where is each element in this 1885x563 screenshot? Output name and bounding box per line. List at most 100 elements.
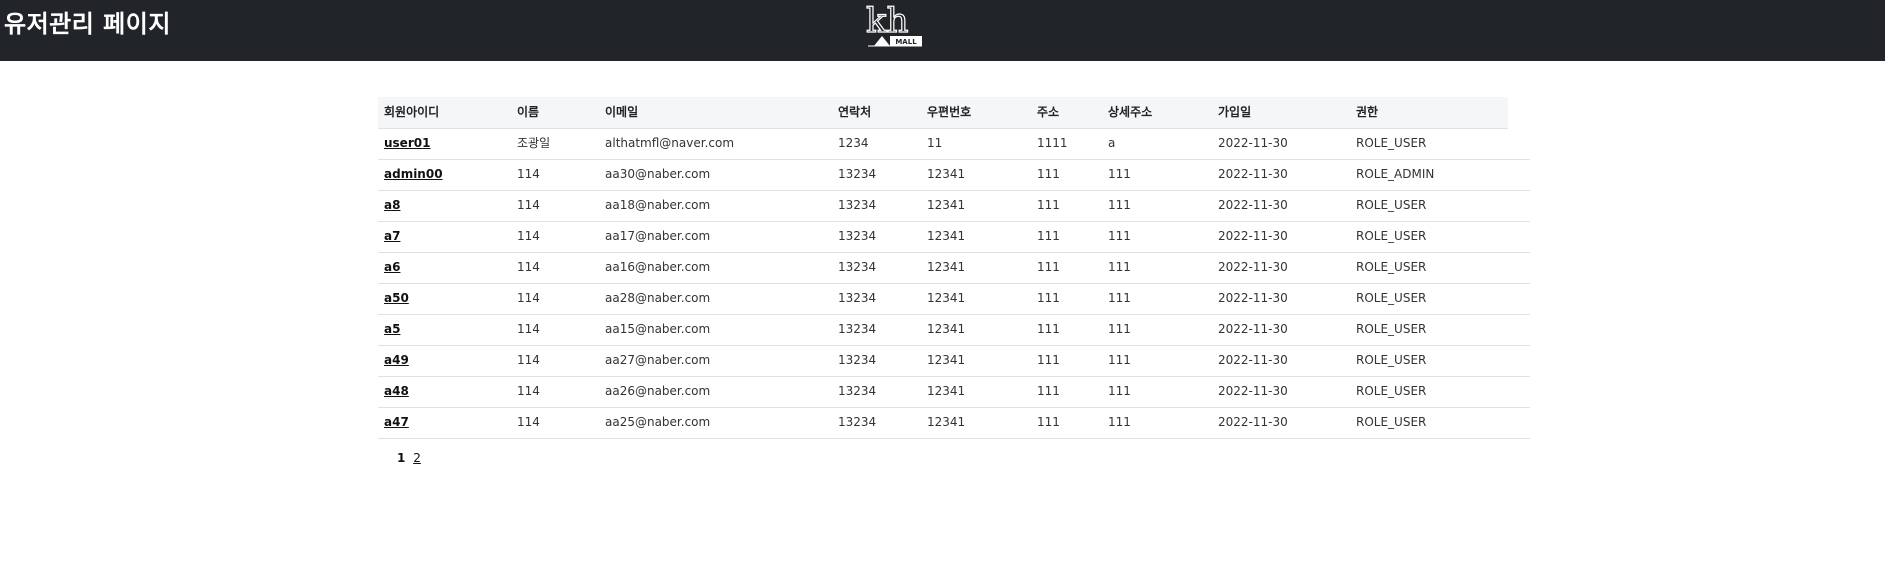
- table-cell: aa27@naber.com: [605, 353, 711, 367]
- user-id-link[interactable]: a47: [384, 415, 409, 429]
- table-cell: 2022-11-30: [1218, 384, 1288, 398]
- table-cell: 2022-11-30: [1218, 260, 1288, 274]
- table-row: admin00 114 aa30@naber.com 13234 12341 111 111…: [378, 159, 1530, 191]
- user-id-link[interactable]: a6: [384, 260, 400, 274]
- table-cell: 13234: [838, 198, 877, 212]
- table-cell: 114: [517, 229, 540, 243]
- table-row: a47 114 aa25@naber.com 13234 12341 111 111 2022…: [378, 407, 1530, 439]
- table-cell: a: [1108, 136, 1116, 150]
- table-cell: 13234: [838, 353, 877, 367]
- table-cell: 12341: [927, 384, 966, 398]
- table-cell: aa18@naber.com: [605, 198, 711, 212]
- table-cell: 111: [1037, 260, 1060, 274]
- table-cell-user-id: user01: [384, 128, 430, 159]
- column-header: 권한: [1356, 105, 1379, 119]
- pagination: 1 2: [397, 451, 421, 465]
- column-header: 이름: [517, 105, 540, 119]
- user-id-link[interactable]: admin00: [384, 167, 443, 181]
- table-cell: 13234: [838, 167, 877, 181]
- user-id-link[interactable]: a8: [384, 198, 400, 212]
- user-id-link[interactable]: a50: [384, 291, 409, 305]
- table-row: user01 조광일 althatmfl@naver.com 1234 11 1111 a 2…: [378, 128, 1530, 160]
- table-cell: 111: [1037, 229, 1060, 243]
- column-header: 상세주소: [1108, 105, 1153, 119]
- table-cell: aa15@naber.com: [605, 322, 711, 336]
- table-cell: aa28@naber.com: [605, 291, 711, 305]
- table-row: a8 114 aa18@naber.com 13234 12341 111 111 2022-…: [378, 190, 1530, 222]
- table-cell-user-id: a48: [384, 376, 409, 407]
- kh-mall-logo-icon[interactable]: kh MALL: [866, 2, 924, 48]
- table-cell: 11: [927, 136, 943, 150]
- table-cell: 조광일: [517, 136, 551, 150]
- table-cell: 111: [1108, 229, 1131, 243]
- table-cell-user-id: a8: [384, 190, 400, 221]
- table-cell: ROLE_USER: [1356, 136, 1427, 150]
- table-cell: 111: [1108, 415, 1131, 429]
- table-cell: 2022-11-30: [1218, 322, 1288, 336]
- current-page: 1: [397, 451, 406, 465]
- table-cell: 111: [1037, 322, 1060, 336]
- user-id-link[interactable]: user01: [384, 136, 430, 150]
- svg-text:kh: kh: [866, 2, 909, 41]
- table-cell: 114: [517, 198, 540, 212]
- page-title: 유저관리 페이지: [4, 10, 171, 38]
- table-cell: aa17@naber.com: [605, 229, 711, 243]
- table-cell: 111: [1037, 415, 1060, 429]
- table-cell: 12341: [927, 415, 966, 429]
- table-cell: 12341: [927, 229, 966, 243]
- table-cell: althatmfl@naver.com: [605, 136, 735, 150]
- table-cell-user-id: a47: [384, 407, 409, 438]
- table-cell: 2022-11-30: [1218, 198, 1288, 212]
- table-cell: ROLE_USER: [1356, 198, 1427, 212]
- table-cell: 2022-11-30: [1218, 353, 1288, 367]
- column-header: 회원아이디: [384, 105, 440, 119]
- table-cell: 2022-11-30: [1218, 415, 1288, 429]
- table-cell: 1111: [1037, 136, 1068, 150]
- table-cell-user-id: admin00: [384, 159, 443, 190]
- svg-text:MALL: MALL: [895, 38, 917, 46]
- table-header-row: 회원아이디 이름 이메일 연락처 우편번호 주소 상세주소 가입일 권한: [378, 97, 1508, 129]
- table-cell: 114: [517, 415, 540, 429]
- table-cell-user-id: a49: [384, 345, 409, 376]
- user-id-link[interactable]: a7: [384, 229, 400, 243]
- column-header: 주소: [1037, 105, 1060, 119]
- table-cell: 13234: [838, 291, 877, 305]
- table-cell: 13234: [838, 322, 877, 336]
- table-cell: 114: [517, 353, 540, 367]
- column-header: 가입일: [1218, 105, 1252, 119]
- table-cell: 12341: [927, 198, 966, 212]
- table-row: a50 114 aa28@naber.com 13234 12341 111 111 2022…: [378, 283, 1530, 315]
- table-cell: 1234: [838, 136, 869, 150]
- table-row: a7 114 aa17@naber.com 13234 12341 111 111 2022-…: [378, 221, 1530, 253]
- table-cell: 13234: [838, 229, 877, 243]
- table-cell: 111: [1108, 291, 1131, 305]
- table-cell: 111: [1108, 167, 1131, 181]
- table-cell: 111: [1108, 260, 1131, 274]
- table-cell: 111: [1108, 384, 1131, 398]
- table-cell: 2022-11-30: [1218, 229, 1288, 243]
- user-id-link[interactable]: a48: [384, 384, 409, 398]
- table-row: a48 114 aa26@naber.com 13234 12341 111 111 2022…: [378, 376, 1530, 408]
- table-cell: 13234: [838, 260, 877, 274]
- table-cell: 111: [1037, 198, 1060, 212]
- table-cell: ROLE_USER: [1356, 291, 1427, 305]
- table-cell: 114: [517, 291, 540, 305]
- user-id-link[interactable]: a5: [384, 322, 400, 336]
- table-cell: ROLE_ADMIN: [1356, 167, 1435, 181]
- table-cell: ROLE_USER: [1356, 229, 1427, 243]
- table-cell: 111: [1108, 322, 1131, 336]
- table-cell: ROLE_USER: [1356, 353, 1427, 367]
- table-cell: 13234: [838, 384, 877, 398]
- table-cell: 111: [1037, 167, 1060, 181]
- table-cell: 12341: [927, 167, 966, 181]
- user-id-link[interactable]: a49: [384, 353, 409, 367]
- table-cell: 2022-11-30: [1218, 167, 1288, 181]
- table-cell: 2022-11-30: [1218, 136, 1288, 150]
- table-row: a49 114 aa27@naber.com 13234 12341 111 111 2022…: [378, 345, 1530, 377]
- table-cell: ROLE_USER: [1356, 260, 1427, 274]
- table-cell: 114: [517, 260, 540, 274]
- table-cell: 111: [1108, 353, 1131, 367]
- page-link[interactable]: 2: [413, 451, 421, 465]
- table-cell: 12341: [927, 353, 966, 367]
- table-cell-user-id: a7: [384, 221, 400, 252]
